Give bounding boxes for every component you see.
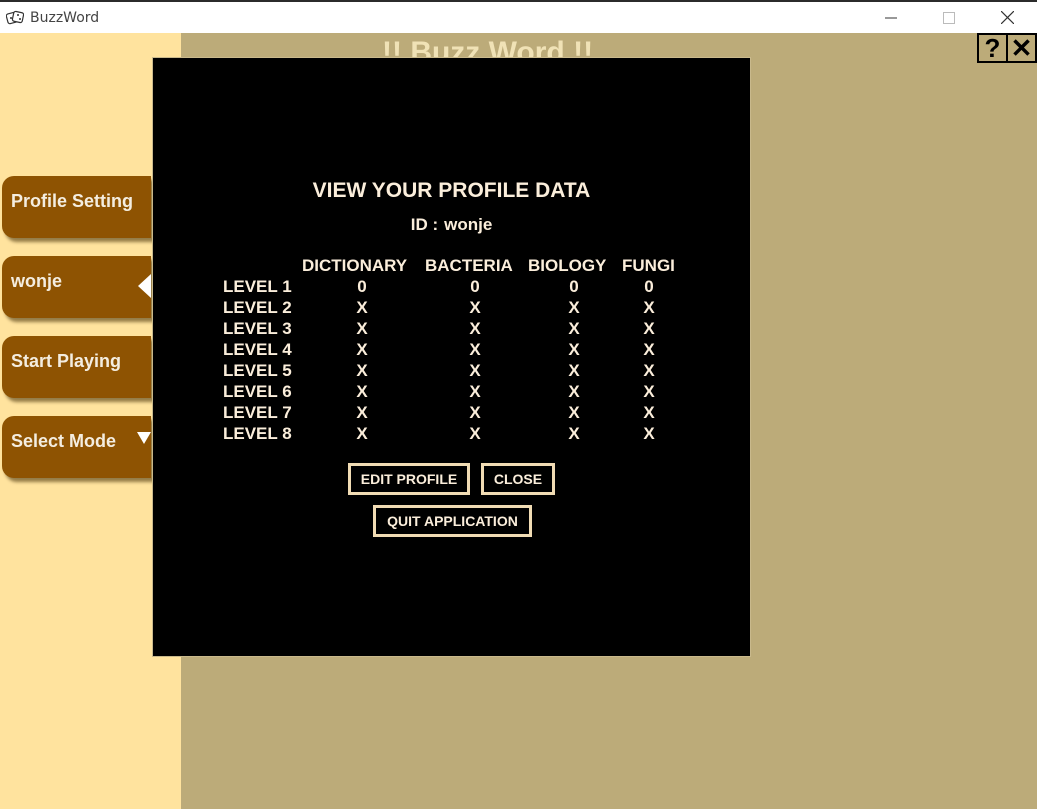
row-label-level-7: LEVEL 7 xyxy=(223,403,292,422)
edit-profile-button[interactable]: EDIT PROFILE xyxy=(348,463,470,495)
score-cell: X xyxy=(568,403,580,422)
score-cell: 0 xyxy=(569,277,579,296)
score-cell: X xyxy=(356,340,368,359)
score-cell: X xyxy=(356,424,368,443)
select-mode-dropdown[interactable]: Select Mode xyxy=(2,416,151,478)
id-label: ID : xyxy=(410,215,439,234)
profile-data-dialog: VIEW YOUR PROFILE DATA ID : wonje DICTION… xyxy=(152,57,751,657)
close-button[interactable]: CLOSE xyxy=(481,463,555,495)
column-header-bacteria: BACTERIA xyxy=(425,256,513,275)
minimize-button[interactable] xyxy=(862,2,920,33)
score-cell: X xyxy=(469,319,481,338)
page-title: !! Buzz Word !! xyxy=(382,36,594,58)
sidebar-item-label: Start Playing xyxy=(11,351,122,371)
score-cell: X xyxy=(568,340,580,359)
score-cell: X xyxy=(356,361,368,380)
score-cell: X xyxy=(356,298,368,317)
selected-indicator-icon xyxy=(138,274,151,298)
score-cell: X xyxy=(469,403,481,422)
maximize-icon xyxy=(943,11,955,24)
row-label-level-3: LEVEL 3 xyxy=(223,319,292,338)
score-cell: X xyxy=(568,424,580,443)
score-cell: X xyxy=(643,340,655,359)
help-button[interactable]: ? xyxy=(977,33,1008,63)
score-cell: X xyxy=(568,382,580,401)
dice-app-icon xyxy=(6,10,24,25)
score-cell: X xyxy=(643,403,655,422)
score-cell: X xyxy=(469,340,481,359)
row-label-level-5: LEVEL 5 xyxy=(223,361,292,380)
window-titlebar: BuzzWord xyxy=(0,0,1037,33)
row-label-level-4: LEVEL 4 xyxy=(223,340,292,359)
score-cell: 0 xyxy=(470,277,480,296)
column-header-biology: BIOLOGY xyxy=(528,256,607,275)
score-cell: X xyxy=(643,319,655,338)
window-close-button[interactable] xyxy=(978,2,1036,33)
column-header-dictionary: DICTIONARY xyxy=(302,256,408,275)
score-cell: X xyxy=(469,424,481,443)
maximize-button[interactable] xyxy=(920,2,978,33)
window-title: BuzzWord xyxy=(30,10,100,26)
row-label-level-8: LEVEL 8 xyxy=(223,424,292,443)
score-cell: X xyxy=(568,298,580,317)
score-cell: X xyxy=(568,361,580,380)
column-header-fungi: FUNGI xyxy=(622,256,675,275)
score-cell: 0 xyxy=(644,277,654,296)
id-value: wonje xyxy=(444,215,493,234)
sidebar-item-user[interactable]: wonje xyxy=(2,256,151,318)
score-cell: X xyxy=(643,361,655,380)
minimize-icon xyxy=(885,17,897,18)
close-icon xyxy=(1000,11,1014,24)
quit-application-button[interactable]: QUIT APPLICATION xyxy=(373,505,532,537)
row-label-level-2: LEVEL 2 xyxy=(223,298,292,317)
score-cell: X xyxy=(356,403,368,422)
dialog-title: VIEW YOUR PROFILE DATA xyxy=(312,179,591,202)
score-cell: 0 xyxy=(357,277,367,296)
row-label-level-6: LEVEL 6 xyxy=(223,382,292,401)
score-cell: X xyxy=(469,298,481,317)
score-cell: X xyxy=(356,319,368,338)
start-playing-button[interactable]: Start Playing xyxy=(2,336,151,398)
chevron-down-icon xyxy=(137,432,151,444)
score-cell: X xyxy=(643,298,655,317)
score-cell: X xyxy=(643,424,655,443)
score-cell: X xyxy=(568,319,580,338)
sidebar-item-label: Select Mode xyxy=(11,431,117,451)
profile-setting-button[interactable]: Profile Setting xyxy=(2,176,151,238)
score-cell: X xyxy=(469,382,481,401)
sidebar-item-label: wonje xyxy=(11,271,63,291)
row-label-level-1: LEVEL 1 xyxy=(223,277,292,296)
exit-button[interactable]: ✕ xyxy=(1006,33,1037,63)
score-cell: X xyxy=(469,361,481,380)
score-cell: X xyxy=(643,382,655,401)
score-cell: X xyxy=(356,382,368,401)
profile-id: ID : wonje xyxy=(153,215,750,235)
sidebar-item-label: Profile Setting xyxy=(11,191,134,211)
